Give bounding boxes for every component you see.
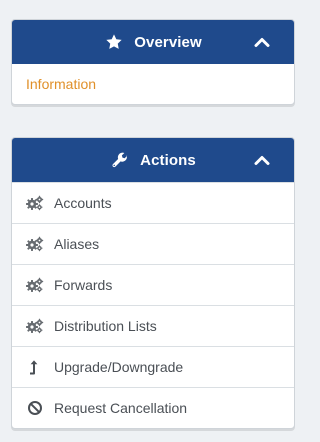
level-up-icon xyxy=(26,359,44,375)
action-item-label: Aliases xyxy=(54,236,100,252)
actions-title-wrap: Actions xyxy=(110,150,196,170)
action-item-request-cancellation[interactable]: Request Cancellation xyxy=(12,387,294,428)
action-item-label: Distribution Lists xyxy=(54,318,157,334)
action-item-label: Accounts xyxy=(54,195,112,211)
information-link[interactable]: Information xyxy=(12,64,294,104)
action-item-label: Forwards xyxy=(54,277,113,293)
actions-panel: Actions Accounts Aliases Forwards Distri… xyxy=(11,137,295,429)
action-item-label: Upgrade/Downgrade xyxy=(54,359,184,375)
action-item-upgrade-downgrade[interactable]: Upgrade/Downgrade xyxy=(12,346,294,387)
action-item-aliases[interactable]: Aliases xyxy=(12,223,294,264)
star-icon xyxy=(104,32,124,52)
chevron-up-icon[interactable] xyxy=(252,150,272,170)
gears-icon xyxy=(26,318,44,334)
action-item-distribution-lists[interactable]: Distribution Lists xyxy=(12,305,294,346)
chevron-up-icon[interactable] xyxy=(252,32,272,52)
gears-icon xyxy=(26,195,44,211)
gears-icon xyxy=(26,277,44,293)
overview-title-wrap: Overview xyxy=(104,32,202,52)
actions-title: Actions xyxy=(140,151,196,169)
overview-title: Overview xyxy=(134,33,202,51)
action-item-label: Request Cancellation xyxy=(54,400,188,416)
wrench-icon xyxy=(110,150,130,170)
actions-panel-header[interactable]: Actions xyxy=(12,138,294,182)
gears-icon xyxy=(26,236,44,252)
overview-panel-header[interactable]: Overview xyxy=(12,20,294,64)
action-item-accounts[interactable]: Accounts xyxy=(12,182,294,223)
ban-icon xyxy=(26,400,44,416)
action-item-forwards[interactable]: Forwards xyxy=(12,264,294,305)
overview-panel: Overview Information xyxy=(11,19,295,105)
